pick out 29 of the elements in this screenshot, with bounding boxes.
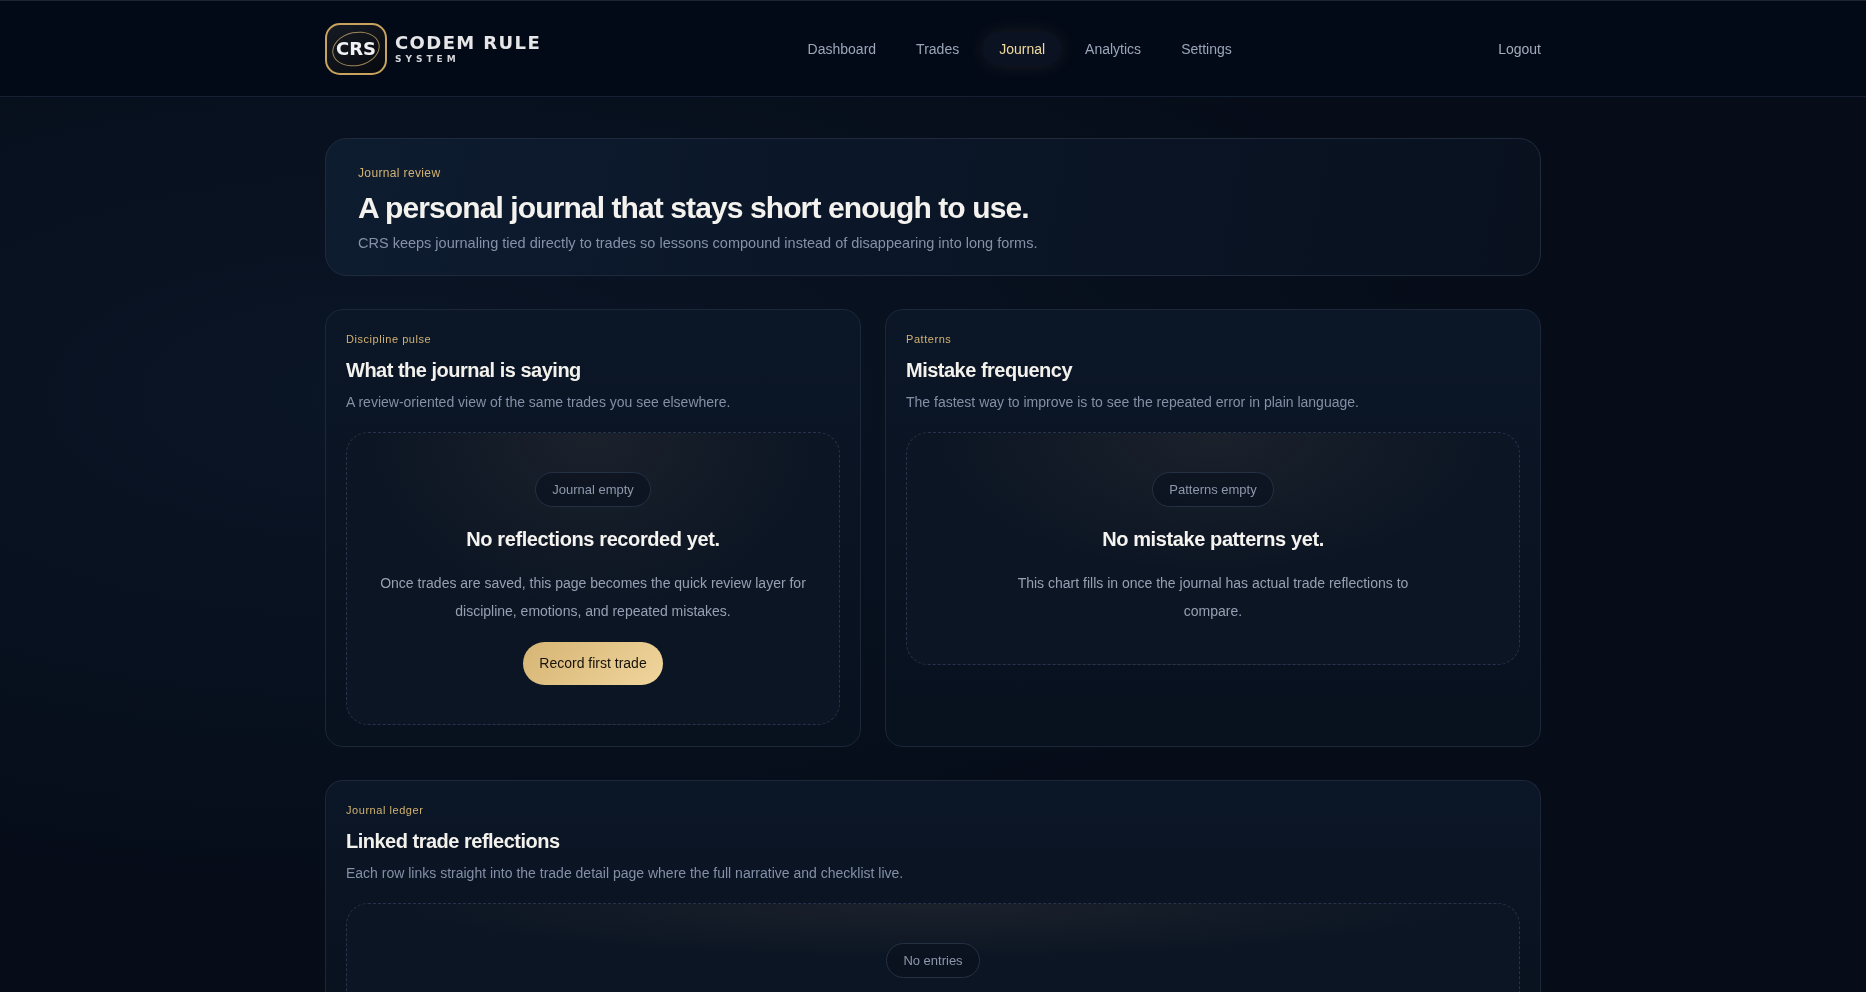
section-title: What the journal is saying [346, 358, 582, 383]
logo-badge: CRS [325, 22, 387, 75]
section-description: A review-oriented view of the same trades you see elsewhere. [346, 393, 732, 412]
nav-link[interactable]: Analytics [1069, 31, 1158, 66]
nav-link[interactable]: Settings [1165, 31, 1248, 66]
nav-link[interactable]: Dashboard [791, 31, 893, 66]
nav-link[interactable]: Trades [900, 31, 976, 66]
empty-state-text: Once trades are saved, this page becomes the quick review layer for discipline, emotions, and repeated mistakes. [379, 574, 807, 621]
status-badge: Journal empty [535, 472, 651, 507]
empty-state-text: This chart fills in once the journal has actual trade reflections to compare. [1016, 574, 1410, 621]
brand-name: CODEM RULE [395, 33, 542, 52]
section-title: Mistake frequency [906, 358, 1074, 383]
section-label: Journal review [358, 165, 442, 181]
nav-link[interactable]: Journal [983, 31, 1062, 66]
section-description: Each row links straight into the trade detail page where the full narrative and checklist live. [346, 864, 905, 883]
brand-tagline: SYSTEM [395, 53, 460, 64]
section-label: Journal ledger [346, 803, 425, 817]
section-description: The fastest way to improve is to see the repeated error in plain language. [906, 393, 1360, 412]
empty-state-title: No reflections recorded yet. [466, 527, 720, 552]
section-label: Patterns [906, 332, 953, 346]
page-title: A personal journal that stays short enough to use. [358, 190, 1030, 226]
record-trade-button[interactable]: Record first trade [523, 642, 663, 685]
logout-link[interactable]: Logout [1498, 39, 1541, 58]
status-badge: No entries [886, 943, 980, 978]
page-subtitle: CRS keeps journaling tied directly to trades so lessons compound instead of disappearing into long forms. [358, 234, 1039, 253]
empty-state-title: No mistake patterns yet. [1102, 527, 1324, 552]
section-label: Discipline pulse [346, 332, 433, 346]
status-badge: Patterns empty [1152, 472, 1274, 507]
section-title: Linked trade reflections [346, 829, 561, 854]
